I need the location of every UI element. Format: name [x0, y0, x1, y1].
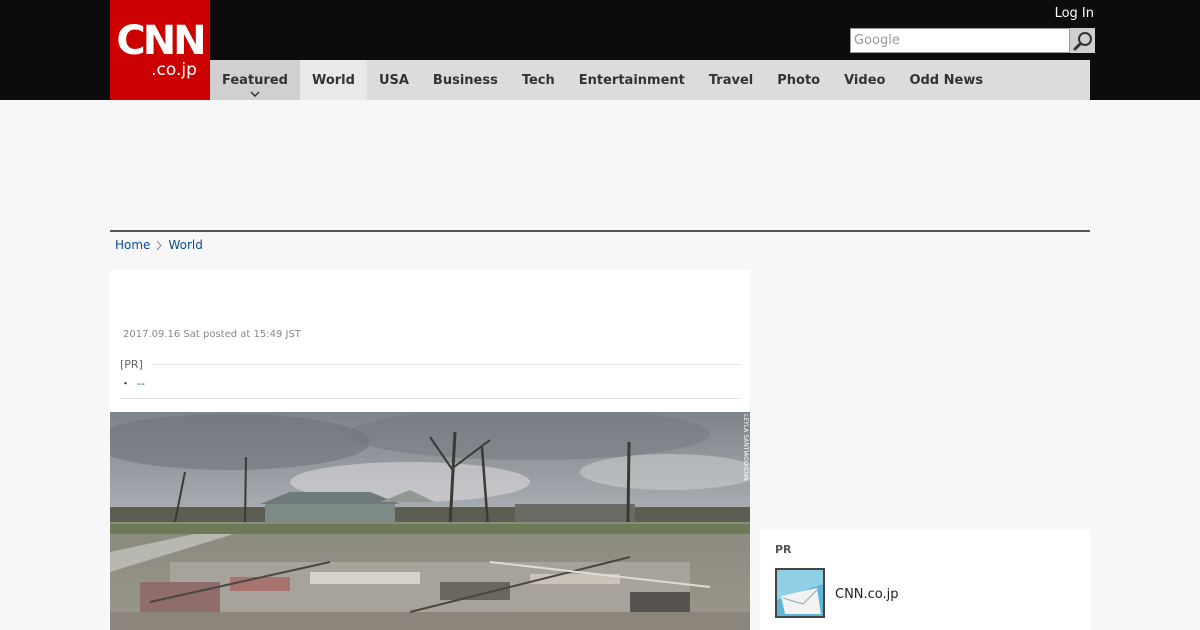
- nav-item-label: Featured: [222, 72, 288, 88]
- breadcrumb: Home World: [115, 238, 203, 252]
- hurricane-damage-photo: [110, 412, 750, 630]
- pr-bullet: ・: [120, 377, 131, 390]
- nav-item-label: USA: [378, 72, 409, 88]
- search-icon: [1073, 31, 1092, 50]
- sidebar-pr-title: PR: [775, 543, 792, 556]
- nav-item-travel[interactable]: Travel: [697, 60, 765, 100]
- nav-item-usa[interactable]: USA: [367, 60, 421, 100]
- search-box: [850, 28, 1095, 53]
- pr-item-name[interactable]: CNN.co.jp: [835, 587, 899, 602]
- nav-item-label: World: [311, 72, 355, 88]
- nav-item-label: Entertainment: [578, 72, 685, 88]
- logo-text: CNN: [116, 18, 206, 64]
- chevron-down-icon: [250, 91, 260, 97]
- pr-link[interactable]: --: [137, 377, 145, 390]
- nav-item-label: Travel: [708, 72, 754, 88]
- cnn-logo[interactable]: CNN .co.jp: [110, 0, 210, 100]
- nav-item-label: Photo: [777, 72, 821, 88]
- pr-link-row: ・ --: [120, 375, 740, 391]
- nav-item-video[interactable]: Video: [832, 60, 897, 100]
- envelope-icon: [777, 570, 823, 616]
- breadcrumb-separator: [156, 240, 163, 251]
- sidebar-pr-box: PR CNN.co.jp: [760, 530, 1090, 630]
- article-photo: LEYLA SANTIAGO/CNN: [110, 412, 750, 630]
- photo-credit: LEYLA SANTIAGO/CNN: [742, 414, 749, 481]
- pr-divider: [120, 398, 740, 399]
- article-card: 2017.09.16 Sat posted at 15:49 JST [PR] …: [110, 270, 750, 630]
- nav-item-entertainment[interactable]: Entertainment: [567, 60, 697, 100]
- pr-divider: [152, 364, 740, 365]
- logo-domain: .co.jp: [151, 60, 197, 80]
- nav-item-label: Business: [432, 72, 498, 88]
- nav-item-world[interactable]: World: [299, 60, 367, 100]
- chevron-right-icon: [157, 240, 163, 250]
- article-dateline: 2017.09.16 Sat posted at 15:49 JST: [123, 329, 301, 340]
- section-divider: [110, 230, 1090, 232]
- nav-item-label: Odd News: [909, 72, 984, 88]
- main-nav: Featured World USA Business Tech Enterta…: [210, 60, 1090, 100]
- nav-item-label: Video: [844, 72, 886, 88]
- search-input[interactable]: [850, 28, 1070, 53]
- breadcrumb-home-link[interactable]: Home: [115, 238, 150, 252]
- nav-item-business[interactable]: Business: [421, 60, 510, 100]
- nav-item-photo[interactable]: Photo: [765, 60, 832, 100]
- pr-thumbnail[interactable]: [775, 568, 825, 618]
- article-pr-block: [PR] ・ --: [120, 358, 740, 399]
- breadcrumb-world-link[interactable]: World: [168, 238, 202, 252]
- nav-item-tech[interactable]: Tech: [510, 60, 567, 100]
- nav-item-featured[interactable]: Featured: [210, 60, 300, 100]
- search-button[interactable]: [1070, 28, 1095, 53]
- nav-item-label: Tech: [521, 72, 555, 88]
- login-link[interactable]: Log In: [1055, 6, 1094, 21]
- nav-item-odd-news[interactable]: Odd News: [897, 60, 995, 100]
